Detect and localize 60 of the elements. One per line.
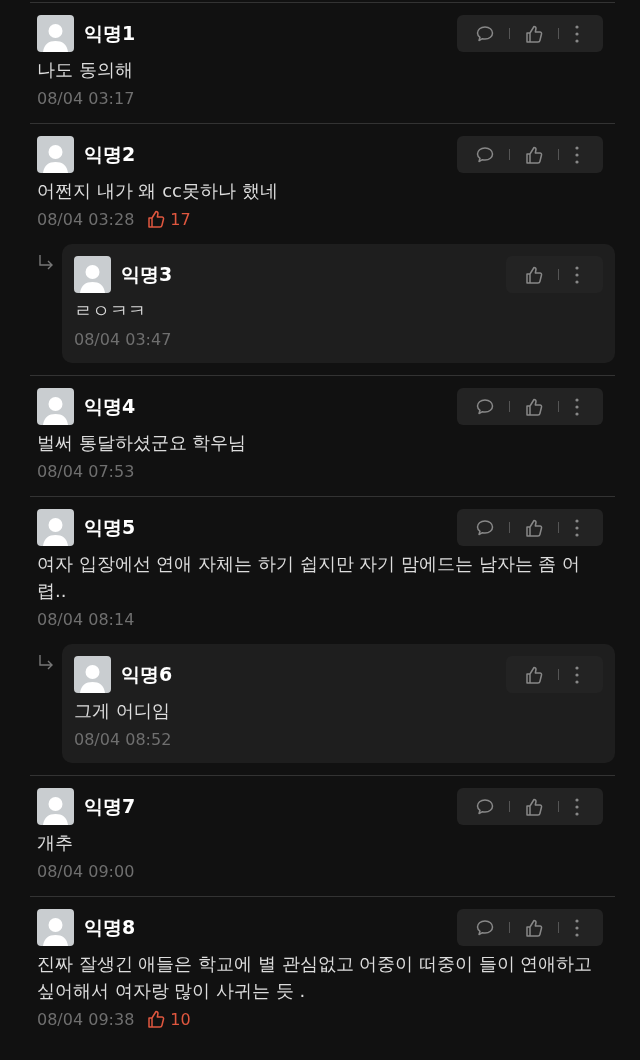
author-name: 익명3 [121,261,174,287]
comment-text: ㄹㅇㅋㅋ [74,299,147,323]
avatar-icon [37,15,74,52]
timestamp: 08/04 09:00 [37,861,135,881]
more-icon[interactable] [573,796,581,817]
like-icon [146,1009,167,1029]
more-icon[interactable] [573,144,581,165]
author-name: 익명5 [84,514,137,540]
comment-text: 개추 [37,831,74,855]
timestamp: 08/04 09:38 [37,1009,135,1029]
author-name: 익명6 [121,661,174,687]
avatar-icon [37,909,74,946]
more-icon[interactable] [573,517,581,538]
author-name: 익명1 [84,20,137,46]
like-icon[interactable] [524,664,544,685]
like-icon[interactable] [524,396,544,417]
comment-icon[interactable] [475,917,495,938]
like-count: 10 [170,1009,191,1029]
comment-text: 그게 어디임 [74,699,171,723]
comment-icon[interactable] [475,23,495,44]
more-icon[interactable] [573,23,581,44]
timestamp: 08/04 03:17 [37,88,135,108]
comment-icon[interactable] [475,144,495,165]
avatar-icon [74,656,111,693]
comment-text: 진짜 잘생긴 애들은 학교에 별 관심없고 어중이 떠중이 들이 연애하고 싶어해서 여자랑 많이 사귀는 듯 . [37,952,594,1003]
like-icon[interactable] [524,517,544,538]
author-name: 익명8 [84,914,137,940]
more-icon[interactable] [573,264,581,285]
avatar-icon [37,388,74,425]
comment-icon[interactable] [475,396,495,417]
timestamp: 08/04 03:28 [37,209,135,229]
comment-text: 어쩐지 내가 왜 cc못하나 했네 [37,179,279,203]
comment-icon[interactable] [475,517,495,538]
timestamp: 08/04 08:14 [37,609,135,629]
reply-arrow-icon [37,654,55,672]
like-icon[interactable] [524,144,544,165]
more-icon[interactable] [573,664,581,685]
more-icon[interactable] [573,917,581,938]
like-icon[interactable] [524,796,544,817]
author-name: 익명2 [84,141,137,167]
comment-text: 여자 입장에선 연애 자체는 하기 쉽지만 자기 맘에드는 남자는 좀 어렵.. [37,552,582,603]
avatar-icon [37,136,74,173]
author-name: 익명7 [84,793,137,819]
avatar-icon [74,256,111,293]
like-icon [146,209,167,229]
reply-arrow-icon [37,254,55,272]
timestamp: 08/04 03:47 [74,329,172,349]
comment-text: 벌써 통달하셨군요 학우님 [37,431,248,455]
avatar-icon [37,788,74,825]
like-icon[interactable] [524,264,544,285]
like-icon[interactable] [524,917,544,938]
comment-icon[interactable] [475,796,495,817]
more-icon[interactable] [573,396,581,417]
like-count: 17 [170,209,191,229]
comment-text: 나도 동의해 [37,58,134,82]
avatar-icon [37,509,74,546]
timestamp: 08/04 07:53 [37,461,135,481]
timestamp: 08/04 08:52 [74,729,172,749]
author-name: 익명4 [84,393,137,419]
like-icon[interactable] [524,23,544,44]
